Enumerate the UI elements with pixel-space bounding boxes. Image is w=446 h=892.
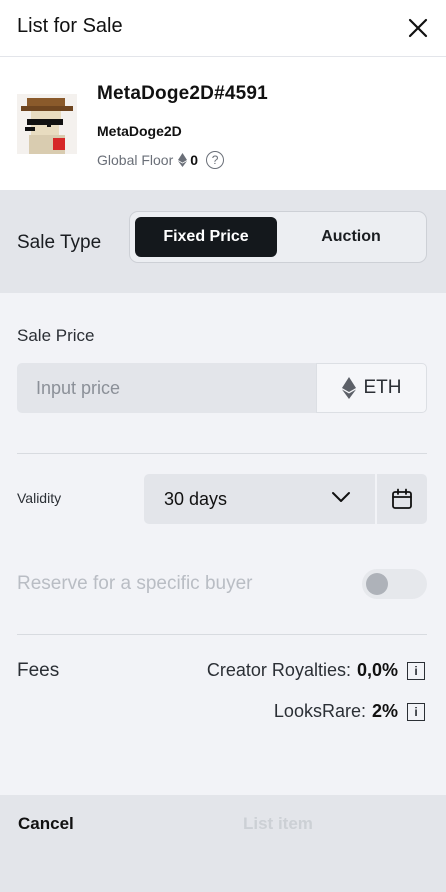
modal-title: List for Sale	[17, 15, 123, 37]
close-icon[interactable]	[404, 14, 432, 42]
sale-type-label: Sale Type	[17, 232, 102, 253]
fee-value: 0,0%	[356, 660, 398, 680]
divider	[17, 453, 427, 454]
eth-icon	[341, 377, 356, 399]
calendar-button[interactable]	[377, 474, 427, 524]
eth-icon	[178, 153, 188, 167]
fee-value: 2%	[371, 701, 398, 721]
divider	[17, 634, 427, 635]
list-item-button[interactable]: List item	[243, 814, 313, 834]
fees-label: Fees	[17, 660, 60, 681]
currency-label: ETH	[363, 377, 402, 398]
price-input[interactable]	[17, 363, 316, 413]
fee-row-looksrare: LooksRare: 2% i	[274, 701, 425, 722]
cancel-button[interactable]: Cancel	[18, 814, 74, 834]
validity-value: 30 days	[164, 488, 228, 509]
sale-type-toggle: Fixed Price Auction	[129, 211, 427, 263]
toggle-knob	[366, 573, 388, 595]
modal-footer: Cancel List item	[0, 795, 446, 892]
auction-tab[interactable]: Auction	[280, 217, 422, 257]
floor-value: 0	[190, 152, 199, 168]
nft-name: MetaDoge2D#4591	[97, 83, 268, 104]
nft-thumbnail	[17, 94, 77, 154]
validity-label: Validity	[17, 490, 62, 506]
fixed-price-tab[interactable]: Fixed Price	[135, 217, 277, 257]
floor-label: Global Floor	[97, 152, 174, 168]
currency-display: ETH	[316, 363, 427, 413]
sale-price-label: Sale Price	[17, 326, 95, 345]
validity-select[interactable]: 30 days	[144, 474, 375, 524]
collection-name[interactable]: MetaDoge2D	[97, 123, 182, 139]
sale-type-section: Sale Type Fixed Price Auction	[0, 190, 446, 293]
chevron-down-icon	[332, 492, 350, 502]
reserve-buyer-label: Reserve for a specific buyer	[17, 573, 253, 594]
help-icon[interactable]: ?	[206, 151, 225, 169]
fee-label: LooksRare:	[273, 701, 366, 721]
fee-label: Creator Royalties:	[206, 660, 351, 680]
fee-row-creator-royalties: Creator Royalties: 0,0% i	[207, 660, 425, 681]
reserve-buyer-toggle[interactable]	[362, 569, 427, 599]
modal-header: List for Sale	[0, 0, 446, 57]
calendar-icon	[392, 488, 412, 509]
global-floor: Global Floor 0 ?	[97, 151, 225, 169]
info-icon[interactable]: i	[407, 702, 425, 721]
info-icon[interactable]: i	[407, 661, 425, 680]
item-summary: MetaDoge2D#4591 MetaDoge2D Global Floor …	[0, 57, 446, 190]
